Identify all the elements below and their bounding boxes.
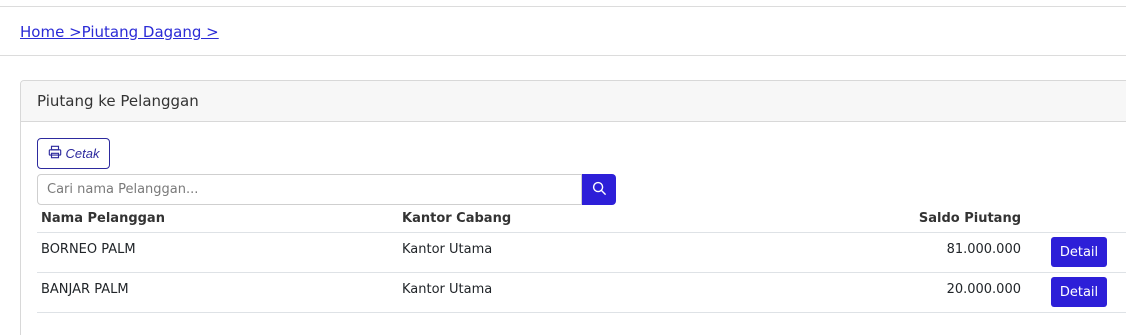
breadcrumb: Home >Piutang Dagang > (20, 22, 219, 42)
cell-nama-pelanggan: BANJAR PALM (41, 282, 129, 297)
breadcrumb-divider (0, 55, 1126, 56)
breadcrumb-piutang-link[interactable]: Piutang Dagang > (82, 23, 219, 41)
header-nama-pelanggan: Nama Pelanggan (41, 211, 165, 226)
cell-saldo-piutang: 20.000.000 (946, 282, 1021, 297)
piutang-card: Piutang ke Pelanggan Cetak Nama Pelangga… (20, 80, 1126, 335)
detail-button[interactable]: Detail (1051, 237, 1107, 267)
piutang-table: Nama Pelanggan Kantor Cabang Saldo Piuta… (37, 205, 1126, 313)
cell-saldo-piutang: 81.000.000 (946, 242, 1021, 257)
table-row: BORNEO PALM Kantor Utama 81.000.000 Deta… (37, 233, 1126, 273)
breadcrumb-home-link[interactable]: Home > (20, 23, 82, 41)
cell-kantor-cabang: Kantor Utama (402, 282, 493, 297)
header-kantor-cabang: Kantor Cabang (402, 211, 512, 226)
top-divider (0, 6, 1126, 7)
search-input[interactable] (37, 174, 582, 205)
printer-icon (48, 145, 62, 162)
search-button[interactable] (582, 174, 616, 205)
cell-nama-pelanggan: BORNEO PALM (41, 242, 136, 257)
header-saldo-piutang: Saldo Piutang (918, 211, 1021, 226)
table-header: Nama Pelanggan Kantor Cabang Saldo Piuta… (37, 205, 1126, 233)
search-icon (592, 181, 607, 199)
print-button[interactable]: Cetak (37, 138, 110, 169)
detail-button[interactable]: Detail (1051, 277, 1107, 307)
table-row: BANJAR PALM Kantor Utama 20.000.000 Deta… (37, 273, 1126, 313)
search-group (37, 174, 616, 205)
cell-kantor-cabang: Kantor Utama (402, 242, 493, 257)
print-button-label: Cetak (65, 146, 100, 161)
card-title: Piutang ke Pelanggan (21, 81, 1126, 122)
